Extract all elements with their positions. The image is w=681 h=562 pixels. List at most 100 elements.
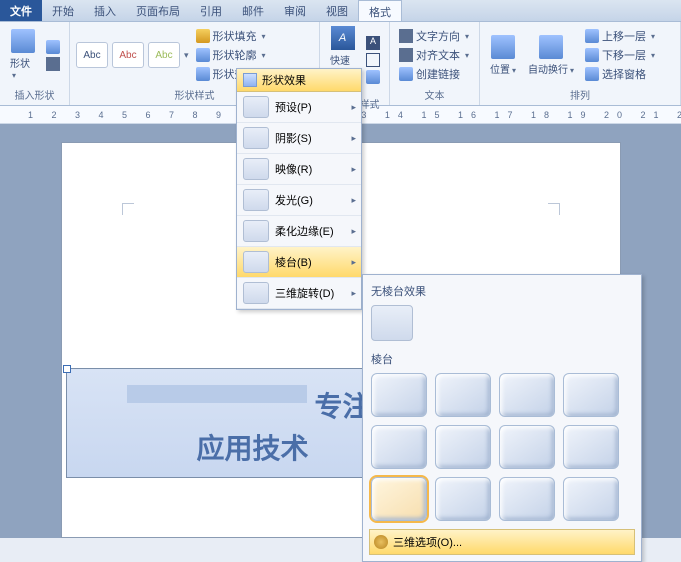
fx-preset-thumb	[243, 96, 269, 118]
group-label-text: 文本	[396, 86, 473, 103]
bevel-preset-1[interactable]	[371, 373, 427, 417]
tab-mailings[interactable]: 邮件	[232, 0, 274, 21]
bevel-preset-10[interactable]	[435, 477, 491, 521]
bevel-none-option[interactable]	[371, 305, 413, 341]
chevron-right-icon: ▸	[351, 195, 356, 206]
fx-soft-edges[interactable]: 柔化边缘(E)▸	[237, 216, 361, 247]
textbox-button[interactable]	[43, 56, 63, 72]
chevron-right-icon: ▸	[351, 257, 356, 268]
pane-icon	[585, 67, 599, 81]
tab-format[interactable]: 格式	[358, 0, 402, 21]
bevel-preset-grid	[369, 371, 635, 523]
3d-options-icon	[374, 535, 388, 549]
style-preset-1[interactable]: Abc	[76, 42, 108, 68]
text-direction-button[interactable]: 文字方向	[396, 27, 472, 45]
wrap-text-button[interactable]: 自动换行	[524, 33, 578, 78]
text-effects-icon	[366, 70, 380, 84]
send-backward-button[interactable]: 下移一层	[582, 46, 658, 64]
tab-view[interactable]: 视图	[316, 0, 358, 21]
chevron-right-icon: ▸	[351, 164, 356, 175]
tab-review[interactable]: 审阅	[274, 0, 316, 21]
style-preset-2[interactable]: Abc	[112, 42, 144, 68]
bevel-section-title: 棱台	[369, 349, 635, 371]
group-label-insert-shapes: 插入形状	[6, 86, 63, 103]
shape-outline-button[interactable]: 形状轮廓	[193, 46, 269, 64]
create-link-button[interactable]: 创建链接	[396, 65, 472, 83]
fx-glow[interactable]: 发光(G)▸	[237, 185, 361, 216]
align-text-icon	[399, 48, 413, 62]
fx-soft-edges-thumb	[243, 220, 269, 242]
style-preset-3[interactable]: Abc	[148, 42, 180, 68]
textbox-icon	[46, 57, 60, 71]
text-fill-button[interactable]: A	[363, 35, 383, 51]
tab-page-layout[interactable]: 页面布局	[126, 0, 190, 21]
wordart-icon: A	[331, 26, 355, 50]
group-text: 文字方向 对齐文本 创建链接 文本	[390, 22, 480, 105]
fx-bevel-thumb	[243, 251, 269, 273]
outline-icon	[196, 48, 210, 62]
ribbon-tabbar: 文件 开始 插入 页面布局 引用 邮件 审阅 视图 格式	[0, 0, 681, 22]
fx-bevel[interactable]: 棱台(B)▸	[237, 247, 361, 278]
position-icon	[491, 35, 515, 59]
bevel-preset-8[interactable]	[563, 425, 619, 469]
bevel-preset-5[interactable]	[371, 425, 427, 469]
tab-insert[interactable]: 插入	[84, 0, 126, 21]
fill-icon	[196, 29, 210, 43]
bevel-3d-options[interactable]: 三维选项(O)...	[369, 529, 635, 555]
position-button[interactable]: 位置	[486, 33, 520, 78]
shapes-label: 形状	[10, 55, 35, 81]
fx-shadow[interactable]: 阴影(S)▸	[237, 123, 361, 154]
fx-glow-thumb	[243, 189, 269, 211]
bevel-preset-9[interactable]	[371, 477, 427, 521]
bevel-none-title: 无棱台效果	[369, 281, 635, 303]
textbox-text-2: 应用技术	[197, 427, 309, 467]
chevron-right-icon: ▸	[351, 288, 356, 299]
textbox-highlight	[127, 385, 307, 403]
chevron-right-icon: ▸	[351, 226, 356, 237]
effects-icon	[196, 67, 210, 81]
bevel-preset-3[interactable]	[499, 373, 555, 417]
forward-icon	[585, 29, 599, 43]
text-outline-button[interactable]	[363, 52, 383, 68]
text-fill-icon: A	[366, 36, 380, 50]
fx-shadow-thumb	[243, 127, 269, 149]
bring-forward-button[interactable]: 上移一层	[582, 27, 658, 45]
fx-reflection[interactable]: 映像(R)▸	[237, 154, 361, 185]
fx-3d-rotation-thumb	[243, 282, 269, 304]
effects-header-icon	[243, 73, 257, 87]
group-arrange: 位置 自动换行 上移一层 下移一层 选择窗格 排列	[480, 22, 681, 105]
tab-home[interactable]: 开始	[42, 0, 84, 21]
margin-corner-tl	[122, 203, 134, 215]
fx-3d-rotation[interactable]: 三维旋转(D)▸	[237, 278, 361, 309]
align-text-button[interactable]: 对齐文本	[396, 46, 472, 64]
shape-fill-button[interactable]: 形状填充	[193, 27, 269, 45]
fx-preset[interactable]: 预设(P)▸	[237, 92, 361, 123]
shape-effects-menu-header: 形状效果	[237, 69, 361, 92]
margin-corner-tr	[548, 203, 560, 215]
tab-file[interactable]: 文件	[0, 0, 42, 21]
wrap-icon	[539, 35, 563, 59]
bevel-preset-4[interactable]	[563, 373, 619, 417]
style-gallery-more[interactable]: ▾	[184, 50, 189, 61]
bevel-preset-6[interactable]	[435, 425, 491, 469]
edit-shape-button[interactable]	[43, 39, 63, 55]
text-direction-icon	[399, 29, 413, 43]
bevel-preset-12[interactable]	[563, 477, 619, 521]
text-effects-button[interactable]	[363, 69, 383, 85]
selection-pane-button[interactable]: 选择窗格	[582, 65, 658, 83]
fx-reflection-thumb	[243, 158, 269, 180]
bevel-preset-11[interactable]	[499, 477, 555, 521]
group-insert-shapes: 形状 插入形状	[0, 22, 70, 105]
chevron-right-icon: ▸	[351, 102, 356, 113]
shape-effects-menu: 形状效果 预设(P)▸ 阴影(S)▸ 映像(R)▸ 发光(G)▸ 柔化边缘(E)…	[236, 68, 362, 310]
bevel-submenu: 无棱台效果 棱台 三维选项(O)...	[362, 274, 642, 562]
edit-shape-icon	[46, 40, 60, 54]
bevel-preset-7[interactable]	[499, 425, 555, 469]
backward-icon	[585, 48, 599, 62]
tab-references[interactable]: 引用	[190, 0, 232, 21]
text-outline-icon	[366, 53, 380, 67]
link-icon	[399, 67, 413, 81]
shapes-gallery-button[interactable]: 形状	[6, 27, 39, 83]
selected-textbox[interactable]: 专注 应用技术	[66, 368, 406, 478]
bevel-preset-2[interactable]	[435, 373, 491, 417]
